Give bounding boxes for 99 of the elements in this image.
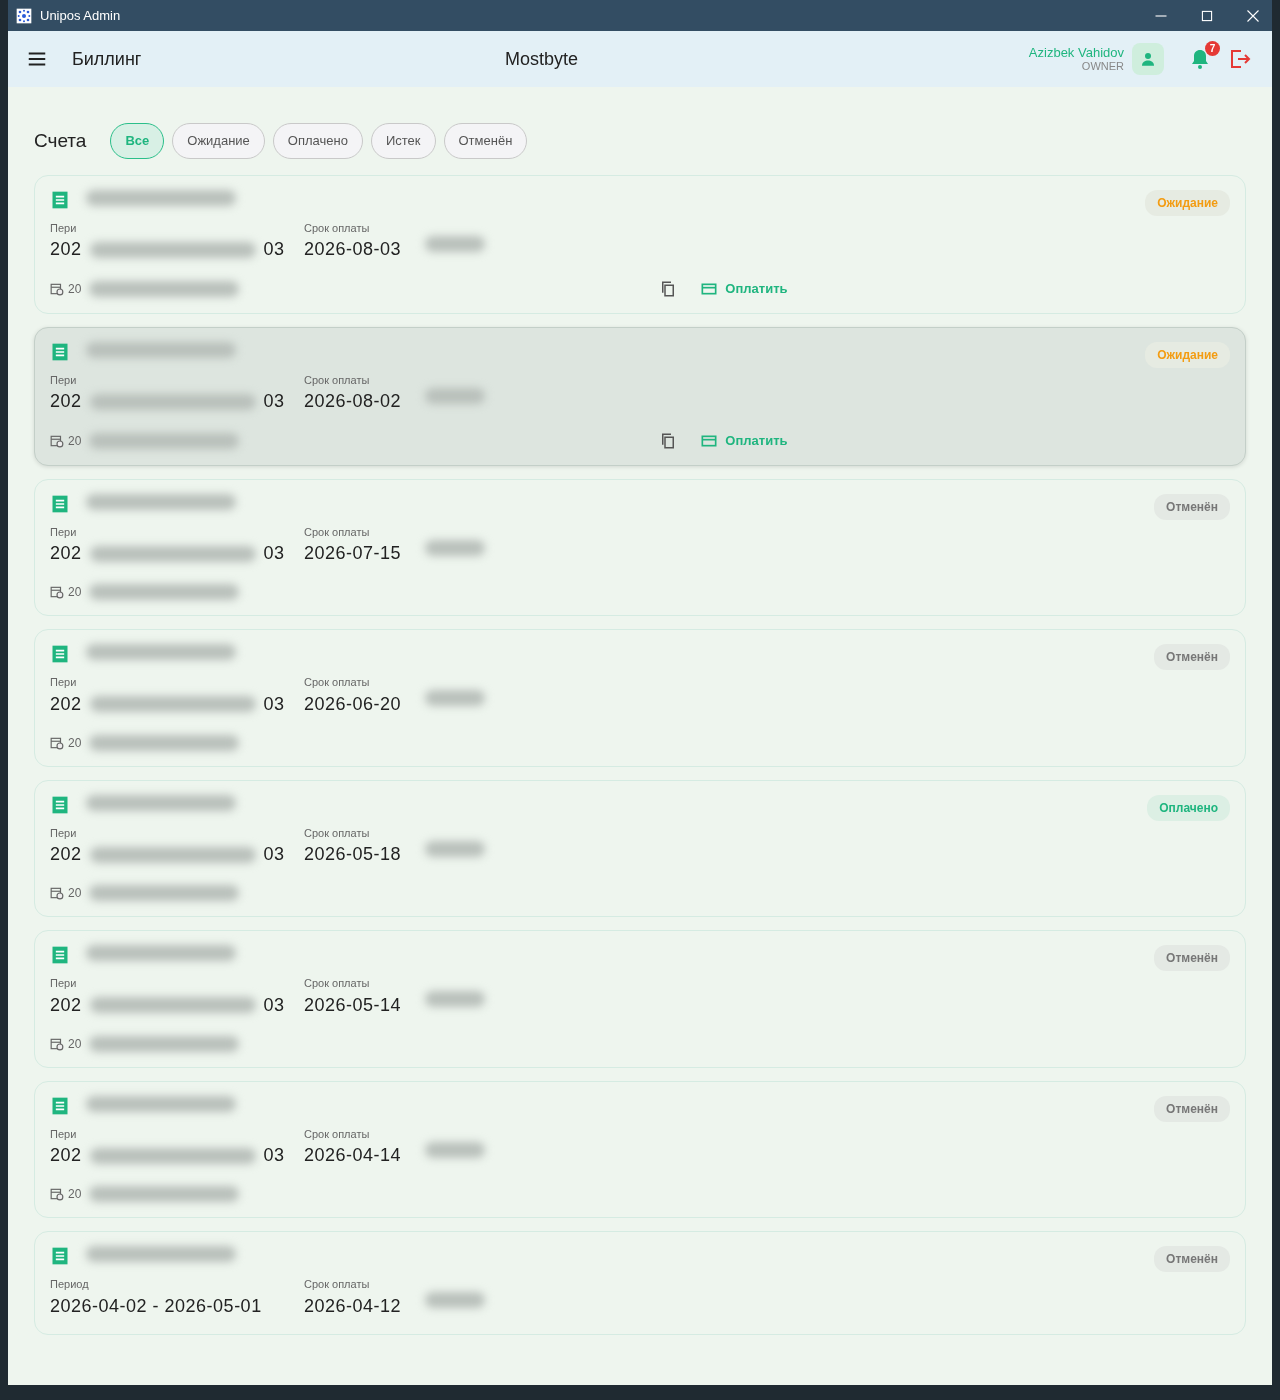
period-value: 202 <box>50 542 82 565</box>
field-label: Срок оплаты <box>304 976 371 991</box>
blurred-text <box>425 387 486 404</box>
calendar-clock-icon <box>50 281 64 296</box>
app-logo-icon <box>16 7 32 24</box>
field-label: Срок оплаты <box>304 1277 371 1292</box>
due-date: 2026-06-20 <box>304 692 402 716</box>
filter-chip[interactable]: Оплачено <box>272 123 363 159</box>
document-icon <box>50 794 70 815</box>
field-label: Пери <box>50 372 78 388</box>
field-label: Срок оплаты <box>304 825 371 841</box>
calendar-clock-icon <box>50 886 64 900</box>
created-date: 20 <box>68 584 82 601</box>
blurred-text <box>425 539 486 556</box>
field-label: Пери <box>50 825 78 841</box>
field-label: Пери <box>50 976 78 991</box>
status-badge: Ожидание <box>1145 189 1230 216</box>
status-badge: Ожидание <box>1145 341 1230 368</box>
status-badge: Оплачено <box>1147 794 1230 821</box>
blurred-text <box>425 1141 486 1158</box>
status-badge: Отменён <box>1154 493 1230 520</box>
due-date: 2026-04-14 <box>304 1144 402 1167</box>
blurred-text <box>425 1292 486 1308</box>
page-title: Биллинг <box>72 47 143 71</box>
invoice-card[interactable]: Отменён Пери 202 03 Срок оплаты 2026-06-20 20 <box>34 629 1246 767</box>
period-value: 03 <box>263 238 285 261</box>
invoice-card[interactable]: Ожидание Пери 202 03 Срок оплаты 2026-08-02 20 Оплатить <box>34 326 1246 466</box>
field-label: Пери <box>50 1126 78 1142</box>
calendar-clock-icon <box>50 735 64 750</box>
filter-chip[interactable]: Истек <box>370 123 436 159</box>
status-badge: Отменён <box>1154 644 1230 670</box>
window-title: Unipos Admin <box>40 6 121 25</box>
company-name: Mostbyte <box>505 47 579 71</box>
due-date: 2026-08-03 <box>304 238 402 261</box>
calendar-clock-icon <box>50 585 64 599</box>
document-icon <box>50 644 70 664</box>
period-value: 03 <box>263 542 285 565</box>
notification-count: 7 <box>1205 40 1220 56</box>
document-icon <box>50 493 70 514</box>
created-date: 20 <box>68 1186 82 1203</box>
logout-icon[interactable] <box>1228 47 1252 71</box>
document-icon <box>50 189 70 210</box>
section-title: Счета <box>34 128 87 153</box>
due-date: 2026-05-18 <box>304 843 402 866</box>
field-label: Срок оплаты <box>304 1126 371 1142</box>
document-icon <box>50 945 70 965</box>
invoice-card[interactable]: Отменён Пери 202 03 Срок оплаты 2026-05-14 20 <box>34 930 1246 1068</box>
invoice-card[interactable]: Отменён Пери 202 03 Срок оплаты 2026-07-15 20 <box>34 478 1246 616</box>
field-label: Срок оплаты <box>304 220 371 236</box>
filter-chip[interactable]: Отменён <box>443 123 528 159</box>
period-value: 03 <box>263 390 285 413</box>
document-icon <box>50 341 70 362</box>
created-date: 20 <box>68 885 82 902</box>
document-icon <box>50 1246 70 1266</box>
created-date: 20 <box>68 1035 82 1053</box>
period-value: 202 <box>50 692 82 716</box>
calendar-clock-icon <box>50 433 64 448</box>
field-label: Пери <box>50 220 78 236</box>
due-date: 2026-05-14 <box>304 993 402 1017</box>
field-label: Срок оплаты <box>304 372 371 388</box>
blurred-text <box>425 991 486 1007</box>
user-icon <box>1139 50 1157 68</box>
status-badge: Отменён <box>1154 1095 1230 1122</box>
created-date: 20 <box>68 432 82 450</box>
invoice-card[interactable]: Оплачено Пери 202 03 Срок оплаты 2026-05-18 20 <box>34 779 1246 917</box>
period-value: 202 <box>50 843 82 866</box>
field-label: Срок оплаты <box>304 524 371 540</box>
period-value: 03 <box>263 1144 285 1167</box>
user-name: Azizbek Vahidov <box>1028 44 1124 61</box>
document-icon <box>50 1095 70 1116</box>
period-value: 03 <box>263 843 285 866</box>
blurred-text <box>425 690 486 706</box>
invoice-card[interactable]: Отменён Период 2026-04-02 - 2026-05-01 Срок оплаты 2026-04-12 <box>34 1231 1246 1335</box>
user-role: OWNER <box>1080 60 1124 74</box>
invoice-card[interactable]: Ожидание Пери 202 03 Срок оплаты 2026-08-03 20 Оплатить <box>34 174 1246 314</box>
created-date: 20 <box>68 280 82 298</box>
period-value: 202 <box>50 1144 82 1167</box>
status-badge: Отменён <box>1154 945 1230 971</box>
field-label: Пери <box>50 524 78 540</box>
calendar-clock-icon <box>50 1036 64 1051</box>
due-date: 2026-04-12 <box>304 1294 402 1318</box>
blurred-text <box>425 235 486 252</box>
period-value: 202 <box>50 993 82 1017</box>
period-value: 03 <box>263 993 285 1017</box>
calendar-clock-icon <box>50 1187 64 1201</box>
period-value: 03 <box>263 692 285 716</box>
field-label: Срок оплаты <box>304 675 371 690</box>
due-date: 2026-07-15 <box>304 542 402 565</box>
due-date: 2026-08-02 <box>304 390 402 413</box>
field-label: Период <box>50 1277 90 1292</box>
status-badge: Отменён <box>1154 1246 1230 1272</box>
filter-chip[interactable]: Ожидание <box>172 123 265 159</box>
blurred-text <box>425 840 486 857</box>
period-value: 2026-04-02 - 2026-05-01 <box>50 1294 263 1318</box>
period-value: 202 <box>50 390 82 413</box>
field-label: Пери <box>50 675 78 690</box>
created-date: 20 <box>68 734 82 752</box>
invoice-card[interactable]: Отменён Пери 202 03 Срок оплаты 2026-04-14 20 <box>34 1080 1246 1218</box>
period-value: 202 <box>50 238 82 261</box>
